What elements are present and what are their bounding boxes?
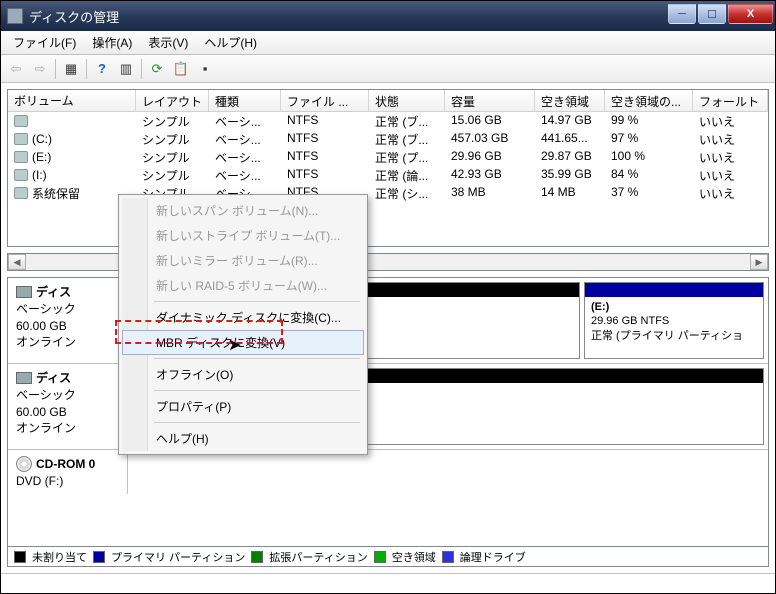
ctx-offline[interactable]: オフライン(O)	[122, 362, 364, 387]
ctx-help[interactable]: ヘルプ(H)	[122, 426, 364, 451]
th-layout[interactable]: レイアウト	[136, 90, 209, 111]
th-pct[interactable]: 空き領域の...	[605, 90, 693, 111]
ctx-convert-dynamic[interactable]: ダイナミック ディスクに変換(C)...	[122, 305, 364, 330]
th-status[interactable]: 状態	[369, 90, 445, 111]
menu-view[interactable]: 表示(V)	[140, 32, 196, 53]
maximize-button[interactable]: ☐	[698, 4, 726, 24]
menu-help[interactable]: ヘルプ(H)	[196, 32, 265, 53]
toolbar: ⇦ ⇨ ▦ ? ▥ ⟳ 📋 ▪	[1, 55, 775, 83]
refresh-icon[interactable]: ⟳	[146, 58, 168, 80]
app-icon	[7, 8, 23, 24]
ctx-new-stripe[interactable]: 新しいストライプ ボリューム(T)...	[122, 223, 364, 248]
ctx-new-mirror[interactable]: 新しいミラー ボリューム(R)...	[122, 248, 364, 273]
disk-icon	[16, 372, 32, 384]
volume-icon	[14, 115, 28, 127]
th-capacity[interactable]: 容量	[445, 90, 535, 111]
window-title: ディスクの管理	[29, 7, 668, 26]
table-row[interactable]: (C:)シンプルベーシ...NTFS正常 (ブ...457.03 GB441.6…	[8, 130, 768, 148]
th-fs[interactable]: ファイル ...	[281, 90, 369, 111]
back-button[interactable]: ⇦	[5, 58, 27, 80]
ctx-new-raid5[interactable]: 新しい RAID-5 ボリューム(W)...	[122, 273, 364, 298]
ctx-new-span[interactable]: 新しいスパン ボリューム(N)...	[122, 198, 364, 223]
disk-management-window: ディスクの管理 ─ ☐ X ファイル(F) 操作(A) 表示(V) ヘルプ(H)…	[0, 0, 776, 594]
toolbar-icon-2[interactable]: ▥	[115, 58, 137, 80]
cdrom-icon	[16, 456, 32, 472]
forward-button[interactable]: ⇨	[29, 58, 51, 80]
toolbar-icon-3[interactable]: 📋	[170, 58, 192, 80]
th-type[interactable]: 種類	[209, 90, 281, 111]
statusbar	[1, 573, 775, 593]
ctx-properties[interactable]: プロパティ(P)	[122, 394, 364, 419]
menu-action[interactable]: 操作(A)	[84, 32, 140, 53]
disk-1-label: ディス ベーシック 60.00 GB オンライン	[8, 364, 128, 449]
legend: 未割り当て プライマリ パーティション 拡張パーティション 空き領域 論理ドライ…	[7, 547, 769, 567]
toolbar-icon-1[interactable]: ▦	[60, 58, 82, 80]
table-row[interactable]: (I:)シンプルベーシ...NTFS正常 (論...42.93 GB35.99 …	[8, 166, 768, 184]
th-free[interactable]: 空き領域	[535, 90, 605, 111]
cdrom-label: CD-ROM 0 DVD (F:)	[8, 450, 128, 494]
scroll-left-icon[interactable]: ◀	[8, 254, 26, 270]
volume-icon	[14, 133, 28, 145]
cursor-icon: ➤	[228, 335, 241, 355]
th-fault[interactable]: フォールト	[693, 90, 768, 111]
context-menu: 新しいスパン ボリューム(N)... 新しいストライプ ボリューム(T)... …	[118, 194, 368, 455]
volume-icon	[14, 169, 28, 181]
minimize-button[interactable]: ─	[668, 4, 696, 24]
close-button[interactable]: X	[728, 4, 773, 24]
scroll-right-icon[interactable]: ▶	[750, 254, 768, 270]
disk-icon	[16, 286, 32, 298]
menubar: ファイル(F) 操作(A) 表示(V) ヘルプ(H)	[1, 31, 775, 55]
menu-file[interactable]: ファイル(F)	[5, 32, 84, 53]
help-icon[interactable]: ?	[91, 58, 113, 80]
partition-e[interactable]: (E:) 29.96 GB NTFS 正常 (プライマリ パーティショ	[584, 282, 764, 359]
ctx-convert-mbr[interactable]: MBR ディスクに変換(V)	[122, 330, 364, 355]
toolbar-icon-4[interactable]: ▪	[194, 58, 216, 80]
table-row[interactable]: シンプルベーシ...NTFS正常 (ブ...15.06 GB14.97 GB99…	[8, 112, 768, 130]
volume-icon	[14, 187, 28, 199]
th-volume[interactable]: ボリューム	[8, 90, 136, 111]
table-row[interactable]: (E:)シンプルベーシ...NTFS正常 (プ...29.96 GB29.87 …	[8, 148, 768, 166]
titlebar[interactable]: ディスクの管理 ─ ☐ X	[1, 1, 775, 31]
volume-icon	[14, 151, 28, 163]
disk-0-label: ディス ベーシック 60.00 GB オンライン	[8, 278, 128, 363]
